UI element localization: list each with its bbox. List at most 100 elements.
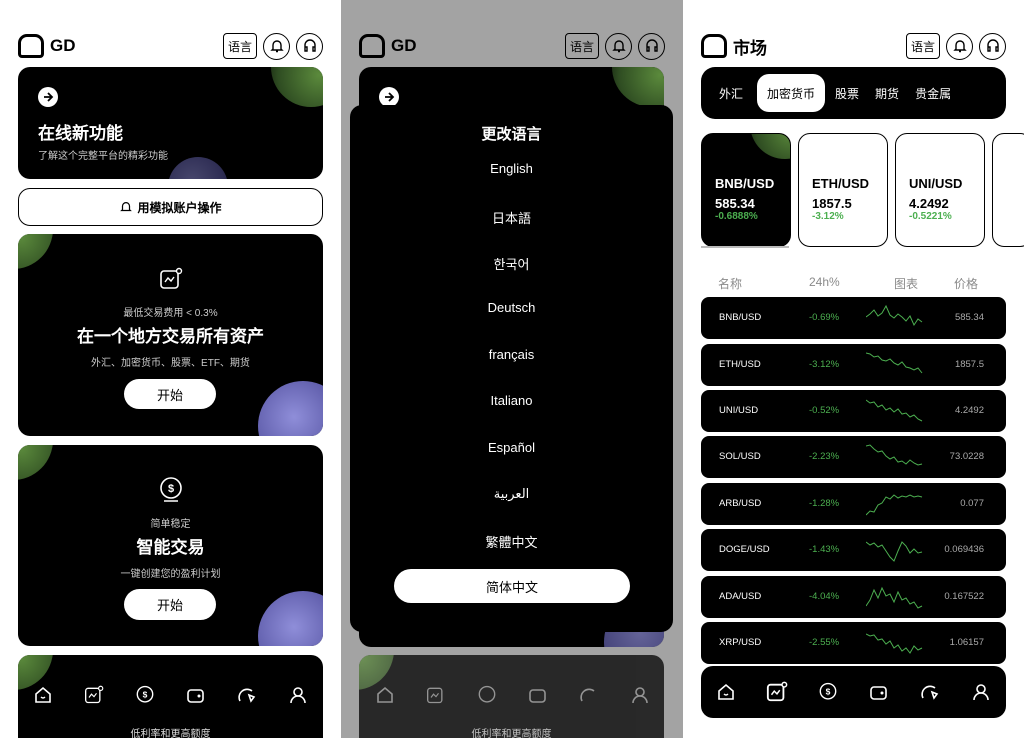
row-name: UNI/USD [719, 405, 759, 416]
arrow-right-icon[interactable] [38, 87, 58, 107]
svg-text:$: $ [143, 689, 148, 699]
language-button[interactable]: 语言 [905, 33, 940, 59]
table-row[interactable]: DOGE/USD -1.43% 0.069436 [701, 529, 1006, 571]
language-option[interactable]: العربية [350, 486, 673, 502]
start-button[interactable]: 开始 [124, 379, 216, 409]
sparkline [866, 444, 923, 466]
user-icon[interactable] [286, 683, 310, 707]
col-price: 价格 [953, 277, 978, 291]
brand-logo[interactable]: GD [18, 34, 76, 58]
coin-change: -3.12% [812, 211, 844, 222]
language-option[interactable]: Español [350, 440, 673, 455]
row-price: 0.167522 [944, 591, 984, 602]
row-name: ARB/USD [719, 498, 762, 509]
market-screen: 市场 语言 外汇 加密货币 股票 期货 贵金属 BNB/USD 585.34 -… [683, 0, 1024, 738]
row-price: 4.2492 [954, 405, 984, 416]
top-bar: 市场 语言 [701, 32, 1006, 60]
headset-icon[interactable] [979, 32, 1006, 60]
wallet-icon[interactable] [526, 683, 550, 707]
language-option[interactable]: Deutsch [350, 300, 673, 315]
row-change: -0.52% [809, 405, 840, 416]
card-title: 在一个地方交易所有资产 [77, 327, 264, 346]
sparkline [866, 352, 923, 374]
table-row[interactable]: SOL/USD -2.23% 73.0228 [701, 436, 1006, 478]
card-subtitle: 低利率和更高额度 [471, 729, 552, 738]
tab-crypto[interactable]: 加密货币 [757, 74, 826, 112]
bottom-nav: $ [18, 665, 323, 725]
card-subtitle: 外汇、加密货币、股票、ETF、期货 [91, 358, 250, 369]
home-screen: GD 语言 在线新功能 了解这个完整平台的精彩功能 用模拟账户操作 最低交易费用… [0, 0, 341, 738]
headset-icon[interactable] [296, 32, 323, 60]
table-row[interactable]: XRP/USD -2.55% 1.06157 [701, 622, 1006, 664]
share-icon[interactable] [235, 683, 259, 707]
share-icon[interactable] [577, 683, 601, 707]
card-subtitle: 了解这个完整平台的精彩功能 [38, 151, 168, 162]
table-row[interactable]: ETH/USD -3.12% 1857.5 [701, 344, 1006, 386]
row-price: 585.34 [954, 312, 984, 323]
arrow-right-icon [379, 87, 399, 107]
home-icon[interactable] [714, 680, 738, 704]
card-subtitle: 低利率和更高额度 [130, 729, 211, 738]
coin-change: -0.5221% [909, 211, 952, 222]
coin-icon[interactable]: $ [816, 680, 840, 704]
bell-icon[interactable] [605, 32, 632, 60]
featured-coin-card[interactable]: UNI/USD 4.2492 -0.5221% [895, 133, 985, 247]
tab-futures[interactable]: 期货 [869, 74, 905, 112]
card-small-text: 简单稳定 [150, 519, 191, 530]
tab-forex[interactable]: 外汇 [709, 74, 753, 112]
chart-icon[interactable] [82, 683, 106, 707]
language-option[interactable]: Italiano [350, 393, 673, 408]
table-row[interactable]: ADA/USD -4.04% 0.167522 [701, 576, 1006, 618]
card-title: 在线新功能 [38, 124, 123, 143]
market-tabs: 外汇 加密货币 股票 期货 贵金属 [701, 67, 1006, 119]
home-icon[interactable] [373, 683, 397, 707]
bell-icon[interactable] [946, 32, 973, 60]
row-change: -1.28% [809, 498, 840, 509]
demo-account-button[interactable]: 用模拟账户操作 [18, 188, 323, 226]
bell-icon [120, 202, 133, 212]
language-option[interactable]: 繁體中文 [350, 532, 673, 551]
table-row[interactable]: BNB/USD -0.69% 585.34 [701, 297, 1006, 339]
featured-coin-card-partial[interactable] [992, 133, 1024, 247]
bottom-nav: $ [701, 666, 1006, 718]
home-icon[interactable] [31, 683, 55, 707]
language-option[interactable]: 한국어 [350, 254, 673, 273]
featured-coin-card[interactable]: ETH/USD 1857.5 -3.12% [798, 133, 888, 247]
new-features-card[interactable]: 在线新功能 了解这个完整平台的精彩功能 [18, 67, 323, 179]
table-row[interactable]: UNI/USD -0.52% 4.2492 [701, 390, 1006, 432]
headset-icon[interactable] [638, 32, 665, 60]
coin-icon: $ [158, 476, 184, 507]
sparkline [866, 633, 923, 654]
user-icon[interactable] [628, 683, 652, 707]
language-option[interactable]: 日本語 [350, 208, 673, 227]
wallet-icon[interactable] [867, 680, 891, 704]
bell-icon[interactable] [263, 32, 290, 60]
chart-icon[interactable] [424, 683, 448, 707]
coin-icon[interactable]: $ [133, 683, 157, 707]
tab-metals[interactable]: 贵金属 [909, 74, 957, 112]
sparkline [866, 399, 923, 422]
card-small-text: 最低交易费用 < 0.3% [123, 308, 218, 319]
language-option[interactable]: English [350, 161, 673, 176]
brand-logo[interactable]: GD [359, 34, 417, 58]
smart-trade-card: $ 简单稳定 智能交易 一键创建您的盈利计划 开始 [18, 445, 323, 646]
table-row[interactable]: ARB/USD -1.28% 0.077 [701, 483, 1006, 525]
coin-icon[interactable] [475, 683, 499, 707]
featured-coin-card[interactable]: BNB/USD 585.34 -0.6888% [701, 133, 791, 247]
chart-icon[interactable] [765, 680, 789, 704]
start-button[interactable]: 开始 [124, 589, 216, 620]
sparkline [866, 541, 923, 562]
language-option[interactable]: français [350, 347, 673, 362]
share-icon[interactable] [918, 680, 942, 704]
row-name: ADA/USD [719, 591, 762, 602]
language-screen: GD 语言 更改语言 English 日本語 한국어 Deutsch franç… [341, 0, 683, 738]
wallet-icon[interactable] [184, 683, 208, 707]
row-price: 0.077 [960, 498, 984, 509]
language-option-selected[interactable]: 简体中文 [394, 569, 630, 603]
tab-stocks[interactable]: 股票 [829, 74, 865, 112]
language-button[interactable]: 语言 [564, 33, 599, 59]
language-button[interactable]: 语言 [222, 33, 257, 59]
row-price: 0.069436 [944, 544, 984, 555]
user-icon[interactable] [969, 680, 993, 704]
col-name: 名称 [718, 277, 743, 291]
